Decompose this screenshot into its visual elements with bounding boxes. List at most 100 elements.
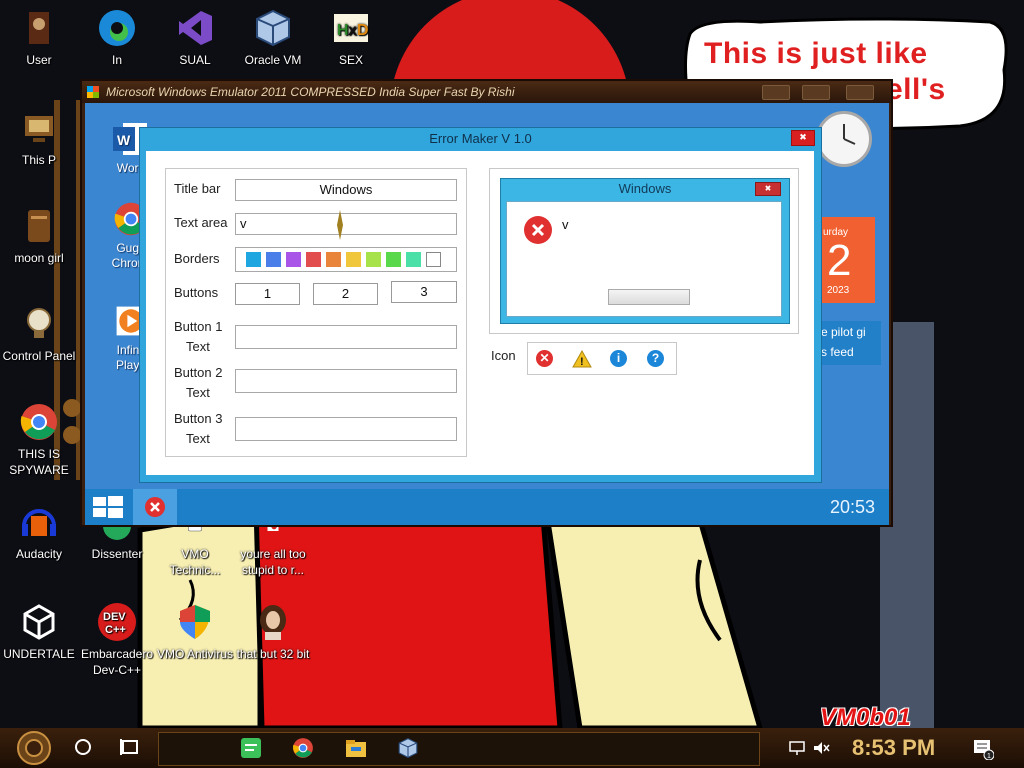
chrome-icon[interactable] (292, 737, 314, 759)
speech-line-1: This is just like (704, 37, 928, 70)
desktop-icon-label: SUAL (179, 53, 211, 67)
this-pc-icon (25, 116, 53, 142)
desktop-icon-edge[interactable]: In (78, 8, 156, 68)
border-color-swatch[interactable] (386, 252, 401, 267)
border-color-swatch[interactable] (286, 252, 301, 267)
border-color-swatch[interactable] (266, 252, 281, 267)
border-color-swatch[interactable] (326, 252, 341, 267)
desktop-icon-user[interactable]: User (0, 8, 78, 68)
file-explorer-icon[interactable] (345, 737, 367, 759)
button2-text-input[interactable] (235, 369, 457, 393)
unity-icon (23, 604, 55, 640)
desktop-icon-youre-all-too-stupid[interactable]: youre all too stupid to r... (234, 520, 312, 578)
volume-muted-icon[interactable] (812, 740, 830, 756)
info-icon[interactable]: i (610, 350, 627, 367)
button1-text-input[interactable] (235, 325, 457, 349)
svg-text:1: 1 (987, 753, 991, 760)
edge-icon (99, 10, 135, 46)
desktop-icon-visual-studio[interactable]: SUAL (156, 8, 234, 68)
border-color-swatch[interactable] (406, 252, 421, 267)
button3-text-input[interactable] (235, 417, 457, 441)
desktop-icon-virtualbox[interactable]: Oracle VM (234, 8, 312, 68)
error-icon (145, 497, 165, 517)
news-line-1: e pilot gi (821, 325, 866, 339)
border-color-swatch[interactable] (346, 252, 361, 267)
question-icon[interactable]: ? (647, 350, 664, 367)
desktop-icon-control-panel[interactable]: Control Panel (0, 304, 78, 364)
task-view-icon[interactable] (120, 738, 140, 756)
button-count-1[interactable]: 1 (235, 283, 300, 305)
warning-icon[interactable]: ! (572, 350, 592, 368)
error-maker-body: Title bar Windows Text area v Borders Bu… (146, 151, 814, 475)
portrait-icon (260, 605, 286, 640)
desktop-icon-vmo-technic[interactable]: VMO Technic... (156, 520, 234, 578)
network-icon[interactable] (788, 740, 806, 756)
windows-logo-icon (87, 86, 99, 98)
chrome-icon (20, 404, 57, 440)
virtualbox-icon (256, 9, 290, 47)
svg-text:DEV: DEV (103, 611, 126, 623)
desktop-icon-label: Oracle VM (244, 53, 302, 67)
text-area-value: v (240, 216, 247, 231)
news-tile[interactable]: e pilot gi s feed (817, 321, 881, 365)
border-color-swatch[interactable] (366, 252, 381, 267)
hxd-icon: HxD (334, 14, 369, 42)
svg-text:D: D (357, 22, 369, 39)
desktop-icon-label: In (111, 53, 122, 67)
title-bar-input[interactable]: Windows (235, 179, 457, 201)
emu-taskbar: 20:53 (85, 489, 889, 525)
windows-start-icon[interactable] (93, 496, 123, 518)
desktop-icon-vmo-antivirus[interactable]: VMO Antivirus (156, 602, 234, 662)
button-count-3[interactable]: 3 (391, 281, 457, 303)
visual-studio-icon (179, 11, 212, 45)
text-area-input[interactable]: v (235, 210, 457, 240)
maximize-button[interactable] (802, 85, 830, 100)
preview-title: Windows (618, 181, 672, 196)
desktop-icon-moon-girl[interactable]: moon girl (0, 206, 78, 266)
svg-text:!: ! (580, 356, 584, 368)
svg-text:W: W (117, 132, 131, 148)
taskbar-error-maker[interactable] (133, 489, 177, 525)
border-color-swatch[interactable] (426, 252, 441, 267)
borders-label: Borders (174, 251, 220, 266)
desktop-icon-label: Control Panel (2, 349, 76, 363)
button3-text-label-line2: Text (186, 431, 210, 446)
error-icon (524, 216, 552, 244)
desktop-icon-devcpp[interactable]: DEV C++ Embarcadero Dev-C++ (78, 602, 156, 678)
desktop-icon-label: Embarcadero Dev-C++ (80, 647, 154, 677)
desktop-icon-label: moon girl (14, 251, 64, 265)
button2-text-label-line2: Text (186, 385, 210, 400)
preview-body: v (506, 201, 782, 317)
error-maker-window[interactable]: Error Maker V 1.0 ✖ Title bar Windows Te… (139, 127, 822, 483)
search-circle-icon[interactable] (74, 738, 92, 756)
button1-text-label-line1: Button 1 (174, 319, 223, 334)
moon-girl-icon (28, 210, 50, 242)
border-color-picker (235, 247, 457, 272)
sticky-notes-icon[interactable] (240, 737, 262, 759)
desktop-icon-this-pc[interactable]: This P (0, 108, 78, 168)
desktop-icon-hxd[interactable]: HxD SEX (312, 8, 390, 68)
emulator-title-bar[interactable]: Microsoft Windows Emulator 2011 COMPRESS… (82, 81, 891, 103)
notification-center-icon[interactable]: 1 (972, 738, 994, 760)
desktop-icon-audacity[interactable]: Audacity (0, 502, 78, 562)
desktop-icon-chrome-spyware[interactable]: THIS IS SPYWARE (0, 402, 78, 478)
button-count-2[interactable]: 2 (313, 283, 378, 305)
user-folder-icon (29, 12, 49, 44)
preview-message: v (562, 217, 569, 232)
calendar-widget: urday 2 2023 (819, 217, 875, 303)
start-gear-icon[interactable] (14, 730, 54, 766)
audacity-icon (22, 509, 56, 536)
host-taskbar: 8:53 PM 1 (0, 728, 1024, 768)
close-button[interactable] (846, 85, 874, 100)
desktop-icon-undertale[interactable]: UNDERTALE (0, 602, 78, 662)
minimize-button[interactable] (762, 85, 790, 100)
error-icon[interactable]: ✕ (536, 350, 553, 367)
preview-ok-button (608, 289, 690, 305)
border-color-swatch[interactable] (306, 252, 321, 267)
clock-widget (816, 111, 872, 167)
virtualbox-icon[interactable] (397, 737, 419, 759)
desktop-icon-label: UNDERTALE (3, 647, 75, 661)
error-maker-close-button[interactable]: ✖ (791, 130, 815, 146)
border-color-swatch[interactable] (246, 252, 261, 267)
desktop-icon-that-but-32-bit[interactable]: that but 32 bit (234, 602, 312, 662)
